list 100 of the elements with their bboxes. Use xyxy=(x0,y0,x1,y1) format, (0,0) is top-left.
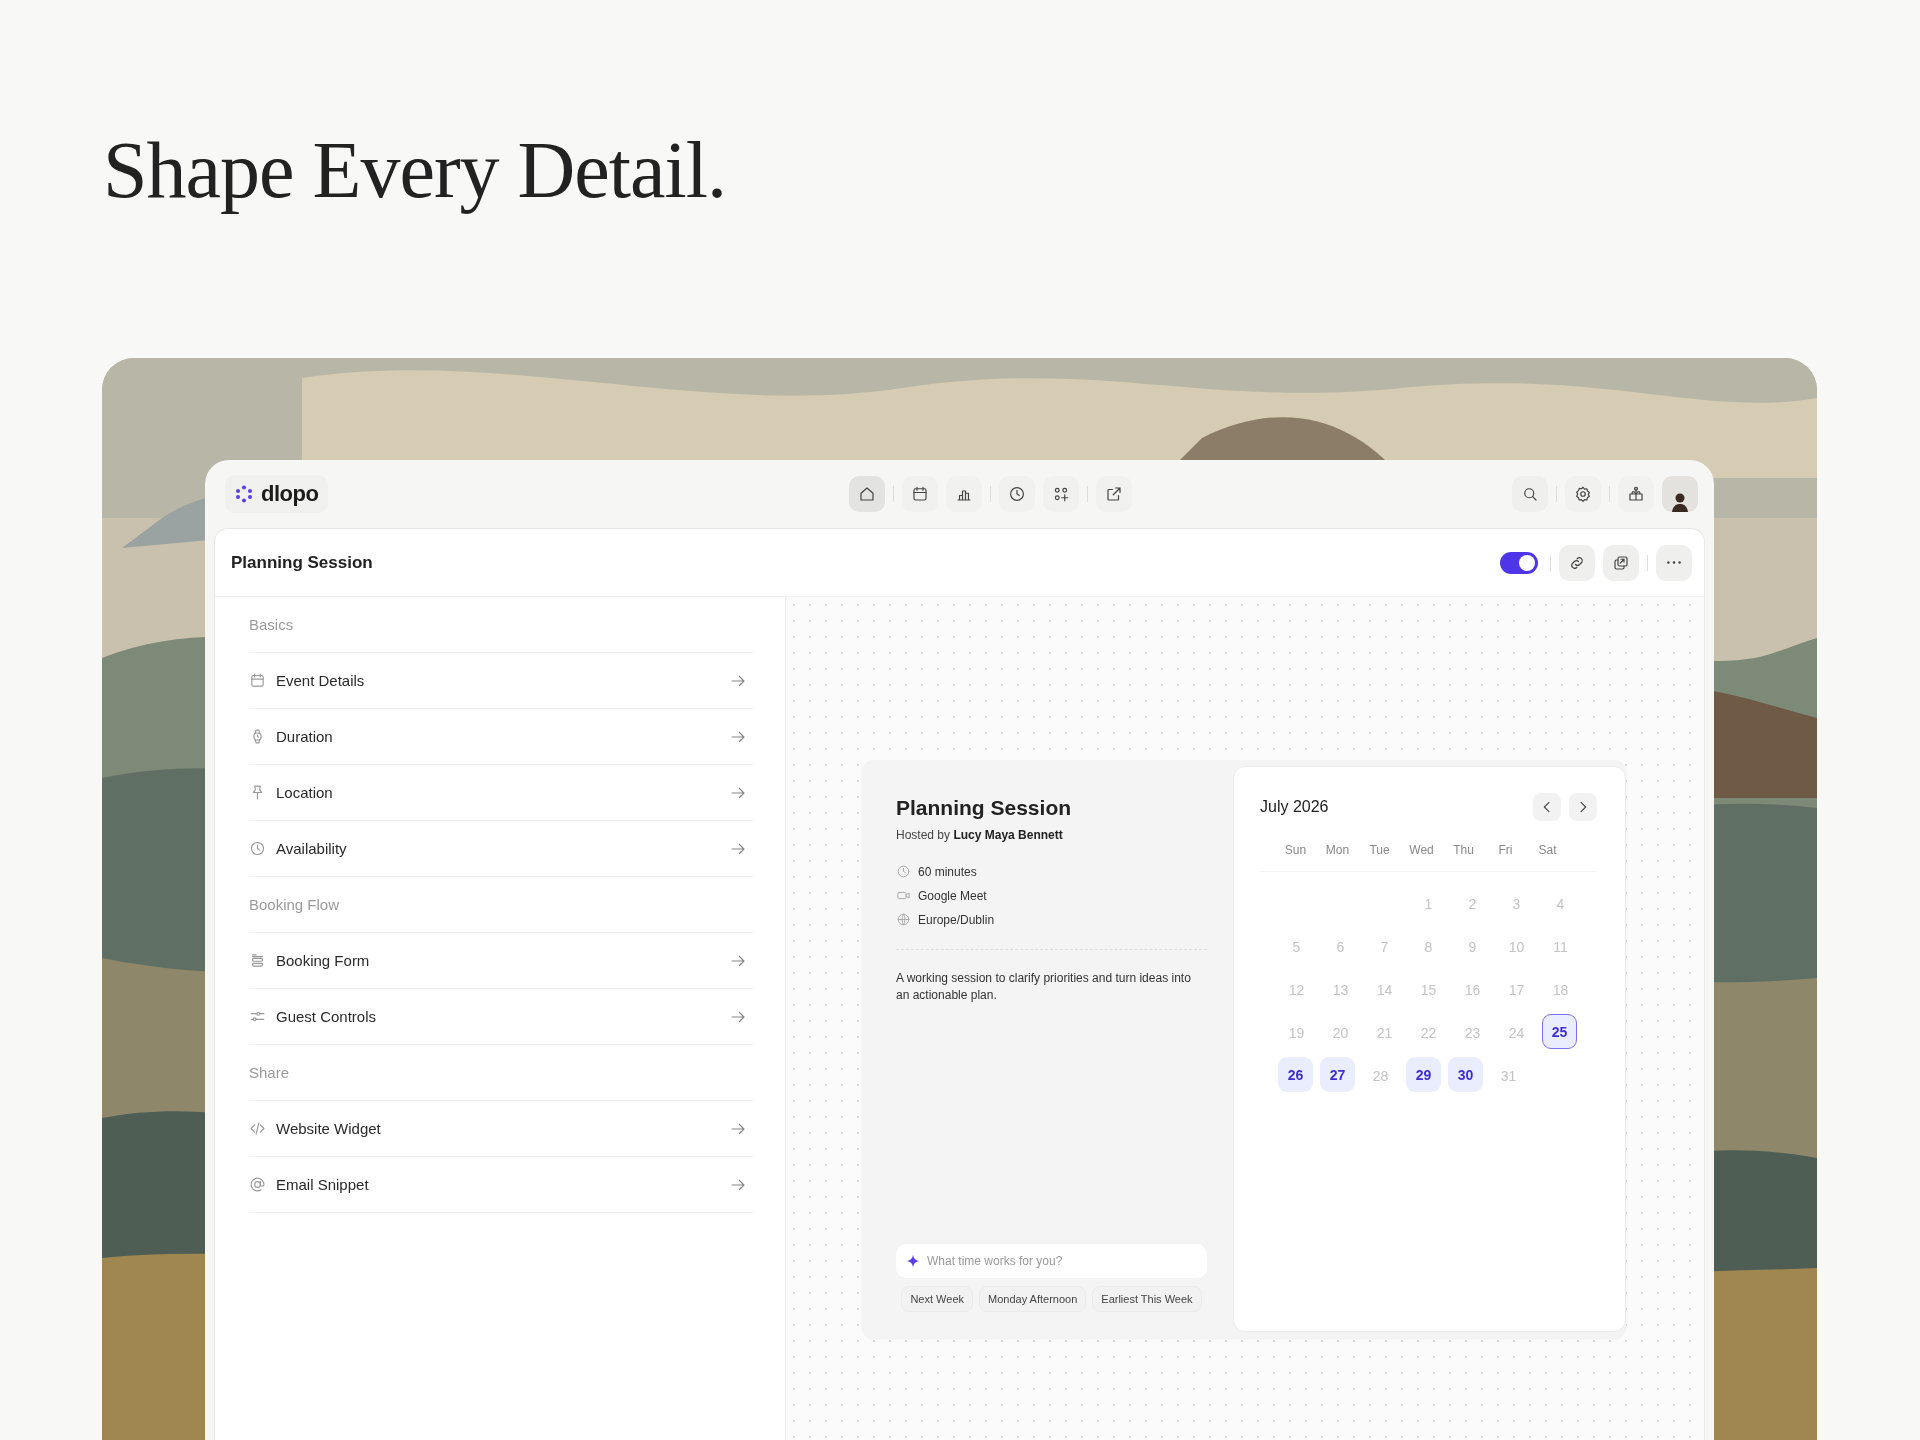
calendar-icon xyxy=(910,485,929,503)
month-title: July 2026 xyxy=(1260,798,1329,816)
weekday-label: Fri xyxy=(1497,843,1514,857)
day-button[interactable]: 27 xyxy=(1320,1057,1355,1092)
unavailable-day: 14 xyxy=(1366,971,1403,1008)
unavailable-day: 21 xyxy=(1366,1014,1403,1051)
suggestion-chip[interactable]: Next Week xyxy=(901,1286,973,1312)
unavailable-day: 9 xyxy=(1454,928,1491,965)
unavailable-day: 15 xyxy=(1410,971,1447,1008)
nav-button[interactable] xyxy=(945,476,982,512)
weekday-label: Sat xyxy=(1537,843,1558,857)
unavailable-day: 20 xyxy=(1322,1014,1359,1051)
unavailable-day: 18 xyxy=(1542,971,1579,1008)
suggestion-chip[interactable]: Earliest This Week xyxy=(1092,1286,1202,1312)
unavailable-day: 19 xyxy=(1278,1014,1315,1051)
nav-button[interactable] xyxy=(998,476,1035,512)
settings-row[interactable]: Email Snippet xyxy=(249,1157,753,1213)
logo[interactable]: dlopo xyxy=(225,475,329,513)
clock-icon xyxy=(1007,485,1026,503)
unavailable-day: 7 xyxy=(1366,928,1403,965)
nav-button[interactable] xyxy=(1042,476,1079,512)
weekday-label: Sun xyxy=(1283,843,1308,857)
unavailable-day: 4 xyxy=(1542,885,1579,922)
row-label: Location xyxy=(276,784,334,801)
nav-button[interactable] xyxy=(901,476,938,512)
settings-row[interactable]: Availability xyxy=(249,821,753,877)
ask-field[interactable]: What time works for you? xyxy=(896,1244,1207,1278)
search-button[interactable] xyxy=(1512,476,1548,512)
at-icon xyxy=(249,1176,266,1193)
settings-row[interactable]: Location xyxy=(249,765,753,821)
day-button[interactable]: 29 xyxy=(1406,1057,1441,1092)
publish-toggle[interactable] xyxy=(1500,551,1538,574)
avatar[interactable] xyxy=(1662,476,1698,512)
copy-icon xyxy=(1612,553,1630,572)
settings-button[interactable] xyxy=(1565,476,1601,512)
weekday-label: Wed xyxy=(1408,843,1435,857)
unavailable-day: 23 xyxy=(1454,1014,1491,1051)
logo-text: dlopo xyxy=(261,481,319,507)
fact-text: 60 minutes xyxy=(918,864,977,879)
headline: Shape Every Detail. xyxy=(102,125,727,216)
day-button[interactable]: 26 xyxy=(1278,1057,1313,1092)
section-label: Basics xyxy=(249,597,753,653)
suggestion-chip[interactable]: Monday Afternoon xyxy=(979,1286,1087,1312)
settings-row[interactable]: Guest Controls xyxy=(249,989,753,1045)
code-icon xyxy=(249,1120,266,1137)
description: A working session to clarify priorities and turn ideas into an actionable plan. xyxy=(896,970,1192,1005)
row-label: Event Details xyxy=(276,672,366,689)
settings-row[interactable]: Booking Form xyxy=(249,933,753,989)
unavailable-day: 8 xyxy=(1410,928,1447,965)
unavailable-day: 22 xyxy=(1410,1014,1447,1051)
unavailable-day: 2 xyxy=(1454,885,1491,922)
next-month-button[interactable] xyxy=(1569,793,1597,821)
unavailable-day: 1 xyxy=(1410,885,1447,922)
unavailable-day: 31 xyxy=(1490,1057,1527,1094)
row-label: Website Widget xyxy=(276,1120,382,1137)
unavailable-day: 10 xyxy=(1498,928,1535,965)
gift-button[interactable] xyxy=(1618,476,1654,512)
globe-icon xyxy=(896,912,911,927)
unavailable-day: 13 xyxy=(1322,971,1359,1008)
settings-row[interactable]: Duration xyxy=(249,709,753,765)
link-button[interactable] xyxy=(1559,544,1595,581)
host-line: Hosted by Lucy Maya Bennett xyxy=(896,828,1064,842)
weekday-label: Tue xyxy=(1368,843,1391,857)
section-label: Share xyxy=(249,1045,753,1101)
unavailable-day: 3 xyxy=(1498,885,1535,922)
search-icon xyxy=(1521,485,1539,503)
fact-text: Europe/Dublin xyxy=(918,912,995,927)
row-label: Booking Form xyxy=(276,952,371,969)
more-icon xyxy=(1667,561,1681,564)
page-title: Planning Session xyxy=(231,552,373,573)
copy-button[interactable] xyxy=(1603,544,1639,581)
day-button[interactable]: 30 xyxy=(1448,1057,1483,1092)
event-title: Planning Session xyxy=(896,796,1073,820)
prev-month-button[interactable] xyxy=(1533,793,1561,821)
unavailable-day: 16 xyxy=(1454,971,1491,1008)
row-label: Duration xyxy=(276,728,334,745)
row-label: Availability xyxy=(276,840,348,857)
row-label: Email Snippet xyxy=(276,1176,370,1193)
settings-row[interactable]: Event Details xyxy=(249,653,753,709)
settings-icon xyxy=(1574,485,1592,503)
settings-row[interactable]: Website Widget xyxy=(249,1101,753,1157)
row-label: Guest Controls xyxy=(276,1008,378,1025)
unavailable-day: 6 xyxy=(1322,928,1359,965)
external-icon xyxy=(1104,485,1123,503)
sparkle-icon xyxy=(906,1254,920,1268)
section-label: Booking Flow xyxy=(249,877,753,933)
home-icon xyxy=(857,485,876,503)
clock-icon xyxy=(896,864,911,879)
unavailable-day: 24 xyxy=(1498,1014,1535,1051)
unavailable-day: 28 xyxy=(1362,1057,1399,1094)
unavailable-day: 12 xyxy=(1278,971,1315,1008)
unavailable-day: 17 xyxy=(1498,971,1535,1008)
day-button[interactable]: 25 xyxy=(1542,1014,1577,1049)
gift-icon xyxy=(1627,485,1645,503)
unavailable-day: 5 xyxy=(1278,928,1315,965)
fact-text: Google Meet xyxy=(918,888,987,903)
unavailable-day: 11 xyxy=(1542,928,1579,965)
clock-icon xyxy=(249,840,266,857)
form-icon xyxy=(249,952,266,969)
dots-icon xyxy=(235,485,253,503)
